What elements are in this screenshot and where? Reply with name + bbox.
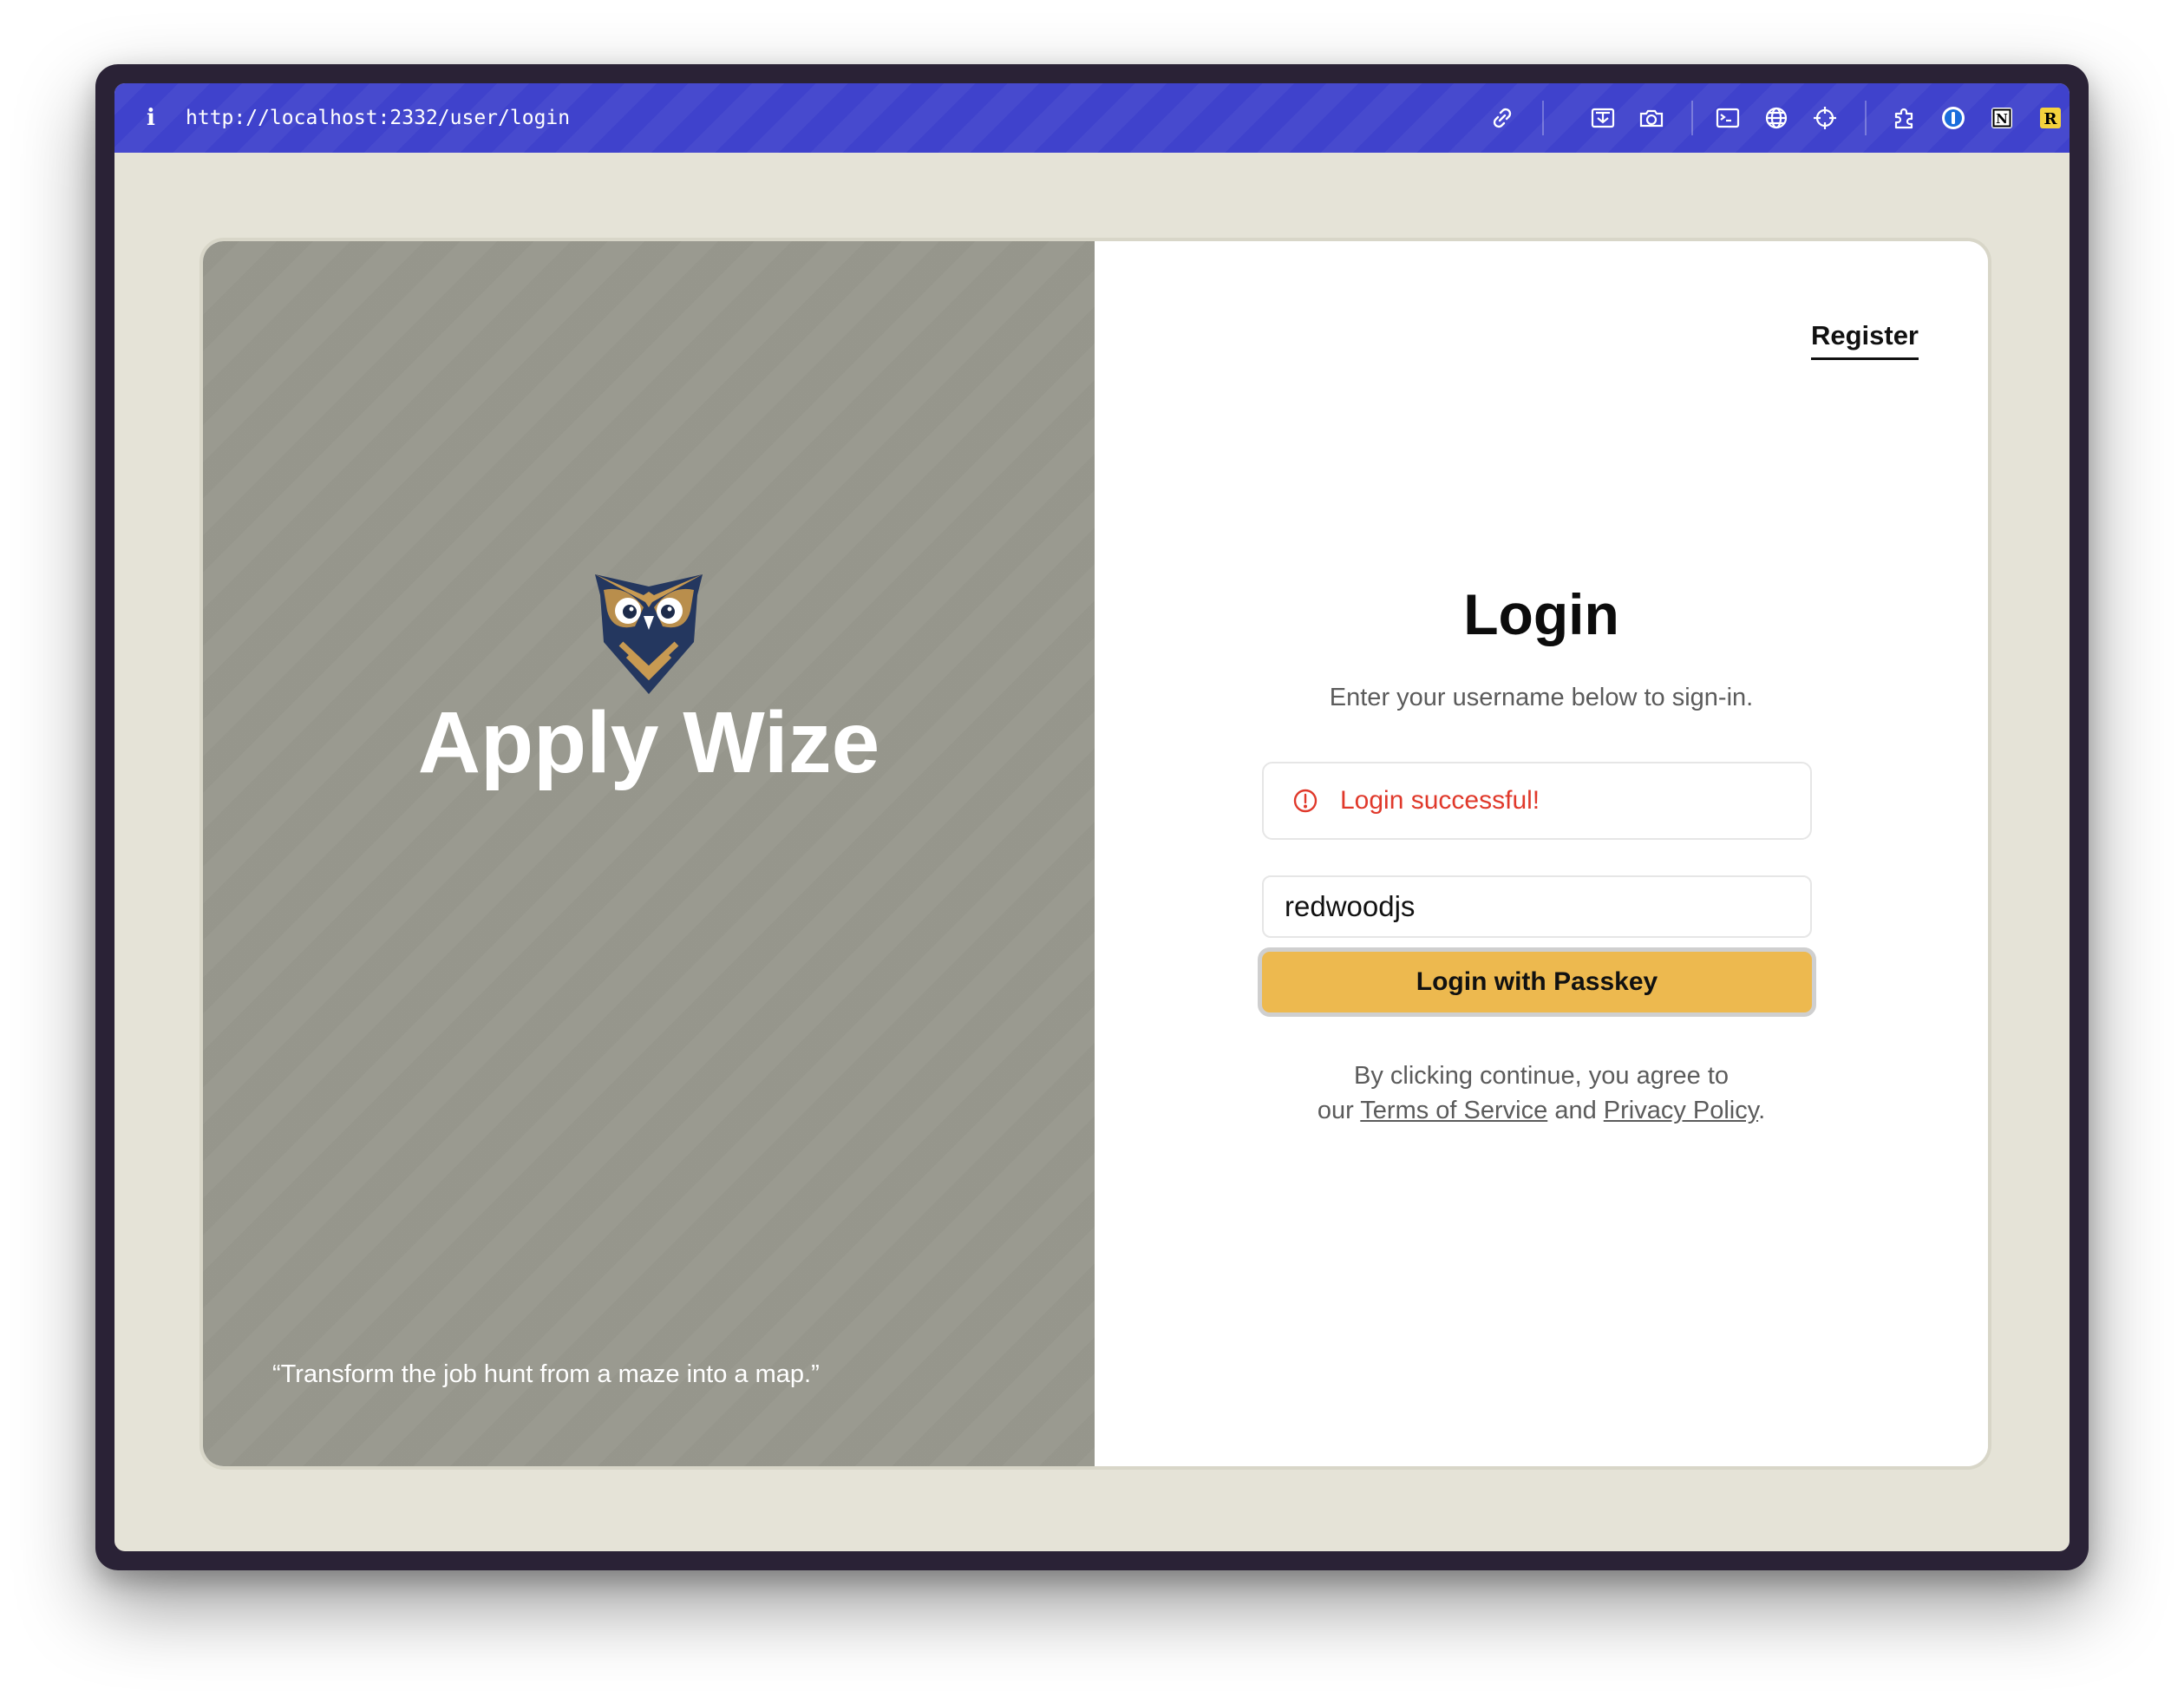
login-panel: Register Login Enter your username below… [1095,241,1988,1466]
screenshot-icon[interactable] [1587,102,1618,134]
toolbar-divider [1691,101,1693,135]
auth-card: Apply Wize “Transform the job hunt from … [199,238,1991,1470]
legal-line-2: our Terms of Service and Privacy Policy. [1095,1093,1988,1128]
legal-line-1: By clicking continue, you agree to [1353,1062,1730,1090]
login-title: Login [1463,582,1619,646]
readwise-icon[interactable]: R [2035,102,2066,134]
privacy-link[interactable]: Privacy Policy [1604,1097,1758,1124]
browser-frame: i http://localhost:2332/user/login N R A… [114,83,2070,1551]
extensions-icon[interactable] [1889,102,1920,134]
alert-message: Login successful! [1340,786,1540,815]
register-link[interactable]: Register [1810,318,1919,360]
terminal-icon[interactable] [1712,102,1743,134]
brand-title: Apply Wize [417,694,880,791]
crosshair-icon[interactable] [1809,102,1841,134]
legal-notice: By clicking continue, you agree to our T… [1095,1058,1988,1128]
alert-circle-icon [1291,787,1319,815]
brand-quote: “Transform the job hunt from a maze into… [272,1360,820,1388]
brand-panel: Apply Wize “Transform the job hunt from … [203,241,1095,1466]
camera-icon[interactable] [1636,102,1667,134]
login-passkey-button[interactable]: Login with Passkey [1258,947,1816,1017]
globe-icon[interactable] [1761,102,1792,134]
status-alert: Login successful! [1262,762,1812,840]
url-text[interactable]: http://localhost:2332/user/login [186,102,570,134]
legal-and: and [1554,1097,1597,1124]
browser-window: i http://localhost:2332/user/login N R A… [95,64,2089,1570]
info-icon[interactable]: i [142,102,160,134]
browser-toolbar: i http://localhost:2332/user/login N R [114,83,2070,153]
readwise-glyph: R [2044,110,2058,128]
link-icon[interactable] [1487,102,1518,134]
legal-end: . [1758,1097,1766,1124]
login-subtitle: Enter your username below to sign-in. [1329,684,1754,711]
legal-prefix: our [1317,1097,1354,1124]
toolbar-divider [1865,101,1867,135]
1password-icon[interactable] [1938,102,1969,134]
toolbar-divider [1542,101,1544,135]
owl-logo [592,573,706,698]
notion-glyph: N [1996,111,2008,127]
username-input[interactable] [1262,875,1812,938]
notion-icon[interactable]: N [1986,102,2017,134]
terms-link[interactable]: Terms of Service [1360,1097,1547,1124]
